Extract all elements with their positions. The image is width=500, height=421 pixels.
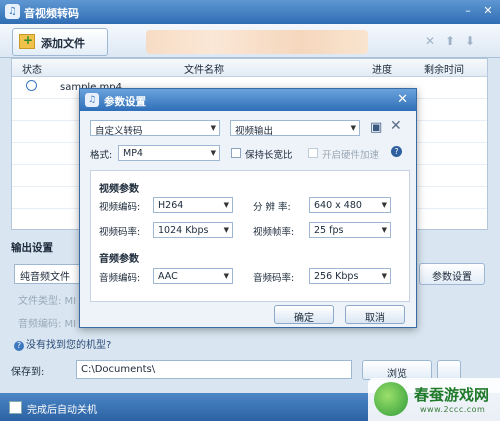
format-select[interactable]: MP4 ▼ — [118, 145, 220, 161]
col-status[interactable]: 状态 — [22, 61, 42, 76]
help-link[interactable]: ? 没有找到您的机型? — [14, 336, 111, 351]
help-link-text: 没有找到您的机型? — [26, 340, 112, 351]
move-down-icon[interactable]: ⬇ — [465, 34, 475, 48]
col-remaining[interactable]: 剩余时间 — [424, 61, 464, 76]
keep-ratio-checkbox[interactable] — [231, 148, 241, 158]
chevron-down-icon: ▼ — [381, 201, 387, 209]
video-codec-value: H264 — [158, 200, 184, 211]
app-logo-icon: ♫ — [5, 4, 20, 19]
chevron-down-icon: ▼ — [223, 226, 229, 234]
dialog-logo-icon: ♫ — [85, 93, 99, 107]
resolution-label: 分 辨 率: — [253, 202, 291, 213]
hw-accel-checkbox[interactable] — [308, 148, 318, 158]
delete-preset-icon[interactable]: ✕ — [390, 118, 402, 134]
chevron-down-icon: ▼ — [223, 201, 229, 209]
chevron-down-icon: ▼ — [381, 226, 387, 234]
close-window-button[interactable]: ✕ — [480, 3, 496, 19]
watermark-url: www.2ccc.com — [420, 405, 486, 414]
add-folder-icon — [19, 33, 35, 49]
auto-shutdown-label: 完成后自动关机 — [27, 405, 97, 416]
col-progress[interactable]: 进度 — [372, 61, 392, 76]
table-header: 状态 文件名称 进度 剩余时间 — [12, 59, 487, 77]
preset-select[interactable]: 自定义转码 ▼ — [90, 120, 220, 137]
open-folder-button[interactable] — [437, 360, 461, 380]
site-watermark: 春蚕游戏网 www.2ccc.com — [368, 378, 500, 421]
resolution-select[interactable]: 640 x 480 ▼ — [309, 197, 391, 213]
auto-shutdown-checkbox[interactable] — [9, 401, 22, 414]
add-file-label: 添加文件 — [41, 37, 85, 50]
watermark-logo-icon — [374, 382, 408, 416]
add-file-button[interactable]: 添加文件 — [12, 28, 108, 56]
move-up-icon[interactable]: ⬆ — [445, 34, 455, 48]
hw-accel-label: 开启硬件加速 — [322, 150, 380, 161]
chevron-down-icon: ▼ — [223, 272, 229, 280]
video-bitrate-label: 视频码率: — [99, 227, 141, 238]
window-titlebar: ♫ 音视频转码 – ✕ — [0, 0, 500, 24]
audio-bitrate-select[interactable]: 256 Kbps ▼ — [309, 268, 391, 284]
video-codec-label: 视频编码: — [99, 202, 141, 213]
audio-bitrate-label: 音频码率: — [253, 273, 295, 284]
framerate-label: 视频帧率: — [253, 227, 295, 238]
params-panel: 视频参数 视频编码: H264 ▼ 分 辨 率: 640 x 480 ▼ 视频码率:… — [90, 170, 410, 302]
video-bitrate-value: 1024 Kbps — [158, 225, 209, 236]
video-codec-select[interactable]: H264 ▼ — [153, 197, 233, 213]
video-bitrate-select[interactable]: 1024 Kbps ▼ — [153, 222, 233, 238]
output-settings-label: 输出设置 — [11, 242, 53, 254]
ok-button[interactable]: 确定 — [274, 305, 334, 324]
dialog-title: 参数设置 — [104, 96, 146, 108]
audio-codec-label: 音频编码: MI — [18, 319, 77, 330]
minimize-button[interactable]: – — [460, 3, 476, 19]
keep-ratio-label: 保持长宽比 — [245, 150, 293, 161]
window-title: 音视频转码 — [24, 7, 79, 20]
blurred-banner — [146, 30, 368, 54]
col-filename[interactable]: 文件名称 — [184, 61, 224, 76]
dialog-audio-codec-label: 音频编码: — [99, 273, 141, 284]
video-section-title: 视频参数 — [99, 184, 139, 195]
remove-icon[interactable]: ✕ — [425, 34, 435, 48]
format-label: 格式: — [90, 150, 113, 161]
param-dialog: ♫ 参数设置 ✕ 自定义转码 ▼ 视频输出 ▼ ▣ ✕ 格式: MP4 ▼ 保持长宽比… — [79, 88, 417, 328]
dialog-close-icon[interactable]: ✕ — [397, 92, 408, 107]
chevron-down-icon: ▼ — [381, 272, 387, 280]
param-settings-button[interactable]: 参数设置 — [419, 263, 485, 285]
audio-section-title: 音频参数 — [99, 254, 139, 265]
chevron-down-icon: ▼ — [210, 149, 216, 157]
format-value: MP4 — [123, 148, 143, 159]
resolution-value: 640 x 480 — [314, 200, 362, 211]
output-type-select[interactable]: 视频输出 ▼ — [230, 120, 360, 137]
save-to-label: 保存到: — [11, 367, 45, 378]
save-preset-icon[interactable]: ▣ — [370, 120, 382, 135]
audio-codec-select[interactable]: AAC ▼ — [153, 268, 233, 284]
chevron-down-icon: ▼ — [210, 124, 216, 132]
clock-icon — [26, 80, 37, 91]
help-icon[interactable]: ? — [391, 146, 402, 157]
preset-value: 自定义转码 — [95, 126, 143, 137]
framerate-value: 25 fps — [314, 225, 344, 236]
audio-codec-value: AAC — [158, 271, 178, 282]
browse-button[interactable]: 浏览 — [362, 360, 432, 380]
audio-bitrate-value: 256 Kbps — [314, 271, 359, 282]
watermark-brand: 春蚕游戏网 — [414, 386, 490, 404]
toolbar: 添加文件 ✕ ⬆ ⬇ — [0, 24, 500, 58]
help-icon: ? — [14, 341, 24, 351]
dialog-titlebar: ♫ 参数设置 ✕ — [80, 89, 416, 111]
save-path-input[interactable]: C:\Documents\ — [76, 360, 352, 379]
cancel-button[interactable]: 取消 — [345, 305, 405, 324]
framerate-select[interactable]: 25 fps ▼ — [309, 222, 391, 238]
file-type-label: 文件类型: MI — [18, 296, 77, 307]
chevron-down-icon: ▼ — [350, 124, 356, 132]
output-type-value: 视频输出 — [235, 126, 274, 137]
